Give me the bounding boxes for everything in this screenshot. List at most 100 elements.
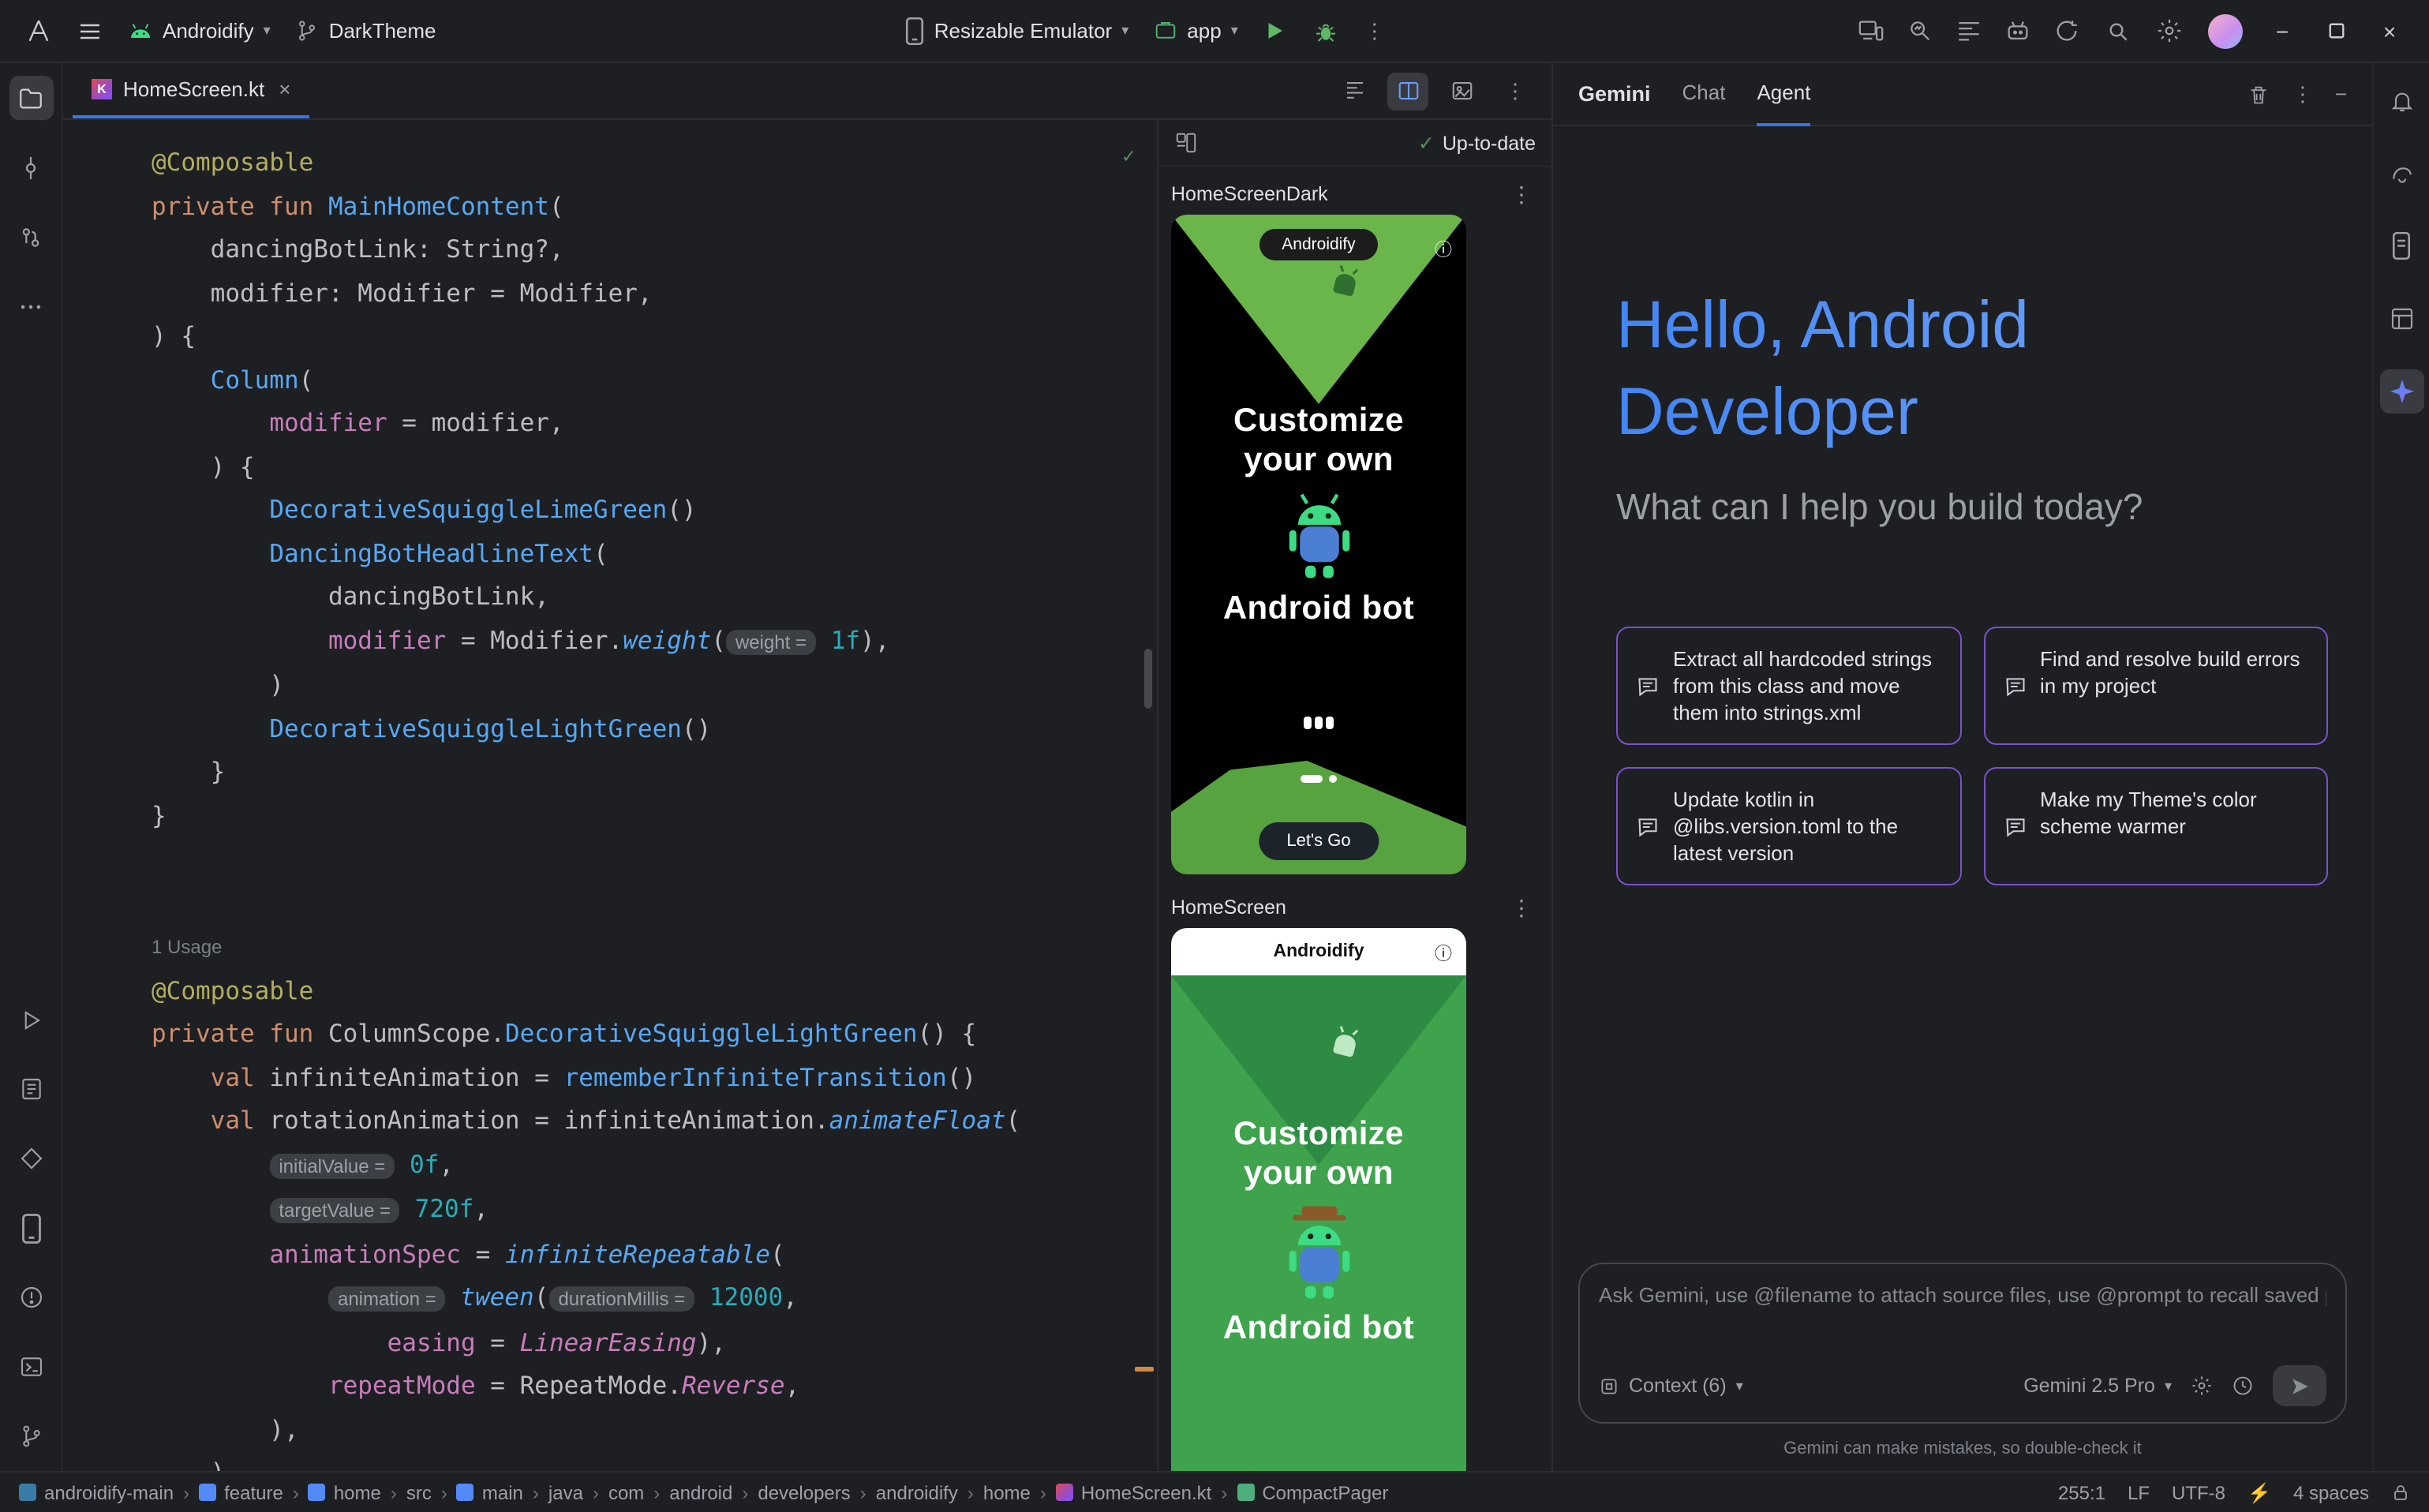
code-line[interactable]: animation = tween(durationMillis = 12000… [152,1277,1157,1322]
device-selector[interactable]: Resizable Emulator ▾ [895,9,1139,53]
more-actions-button[interactable]: ⋮ [1355,9,1399,53]
preview-name-dark[interactable]: HomeScreenDark [1171,183,1328,205]
version-control-tool-window-button[interactable] [9,1414,53,1458]
run-configuration-selector[interactable]: app ▾ [1144,9,1247,53]
device-explorer-tool-window-button[interactable] [2379,224,2423,268]
code-line[interactable]: } [152,751,1157,795]
send-button[interactable] [2273,1365,2326,1406]
tab-close-icon[interactable]: × [279,77,290,101]
code-line[interactable]: ) { [152,316,1157,359]
preview-more-icon[interactable]: ⋮ [1510,181,1533,208]
code-line[interactable]: @Composable [152,970,1157,1013]
profiler-icon[interactable] [1897,9,1943,53]
code-line[interactable]: ) [152,664,1157,708]
window-close-button[interactable]: × [2366,9,2413,53]
run-button[interactable] [1254,9,1298,53]
code-line[interactable]: ) { [152,446,1157,489]
design-view-button[interactable] [1441,72,1482,110]
vcs-branch-selector[interactable]: DarkTheme [286,9,446,53]
code-line[interactable]: modifier: Modifier = Modifier, [152,272,1157,316]
code-line[interactable]: 1 Usage [152,925,1157,970]
code-line[interactable]: modifier = Modifier.weight(weight = 1f), [152,619,1157,664]
code-line[interactable] [152,838,1157,881]
code-line[interactable]: initialValue = 0f, [152,1143,1157,1188]
preview-render-homescreendark[interactable]: Androidify ⓘ Customize your own [1171,215,1466,874]
breadcrumb-item[interactable]: CompactPager [1237,1481,1388,1503]
code-line[interactable]: ) [152,1452,1157,1471]
code-line[interactable]: val infiniteAnimation = rememberInfinite… [152,1057,1157,1100]
inspections-ok-icon[interactable]: ✓ [1122,136,1135,179]
preview-name-light[interactable]: HomeScreen [1171,896,1286,919]
logcat-icon[interactable] [1946,9,1992,53]
context-selector[interactable]: Context (6) ▾ [1599,1375,1743,1397]
code-line[interactable]: targetValue = 720f, [152,1188,1157,1233]
sync-project-icon[interactable] [2044,9,2090,53]
caret-position[interactable]: 255:1 [2058,1481,2105,1503]
code-line[interactable]: dancingBotLink, [152,576,1157,619]
project-tool-window-button[interactable] [9,76,53,120]
code-line[interactable]: ), [152,1409,1157,1452]
main-menu-button[interactable] [68,9,112,53]
window-minimize-button[interactable]: − [2259,9,2306,53]
code-line[interactable]: @Composable [152,142,1157,185]
commit-tool-window-button[interactable] [9,145,53,189]
breadcrumb-item[interactable]: feature [199,1481,283,1503]
breadcrumb-item[interactable]: home [309,1481,381,1503]
breadcrumb-item[interactable]: src [406,1481,432,1503]
user-avatar[interactable] [2199,9,2252,53]
code-line[interactable]: easing = LinearEasing), [152,1322,1157,1365]
delete-conversation-icon[interactable] [2248,83,2270,105]
suggestion-card-theme-warmer[interactable]: Make my Theme's color scheme warmer [1983,767,2328,885]
preview-more-icon[interactable]: ⋮ [1510,894,1533,921]
code-line[interactable]: Column( [152,359,1157,402]
code-line[interactable]: dancingBotLink: String?, [152,229,1157,272]
code-line[interactable]: } [152,795,1157,838]
settings-button[interactable] [2146,9,2192,53]
code-line[interactable] [152,881,1157,925]
code-line[interactable]: DecorativeSquiggleLightGreen() [152,708,1157,751]
gemini-more-options-icon[interactable]: ⋮ [2292,81,2313,107]
breadcrumb-item[interactable]: com [608,1481,644,1503]
gemini-settings-icon[interactable] [2191,1375,2213,1397]
code-line[interactable]: DecorativeSquiggleLimeGreen() [152,489,1157,533]
code-line[interactable]: private fun ColumnScope.DecorativeSquigg… [152,1013,1157,1057]
suggestion-card-update-kotlin[interactable]: Update kotlin in @libs.version.toml to t… [1616,767,1961,885]
suggestion-card-extract-strings[interactable]: Extract all hardcoded strings from this … [1616,627,1961,745]
file-encoding[interactable]: UTF-8 [2172,1481,2225,1503]
gemini-prompt-input[interactable] [1599,1283,2326,1346]
breadcrumb-item[interactable]: home [983,1481,1031,1503]
logcat-tool-window-button[interactable] [9,1067,53,1111]
layout-inspector-tool-window-button[interactable] [2379,297,2423,341]
suggestion-card-build-errors[interactable]: Find and resolve build errors in my proj… [1983,627,2328,745]
hide-panel-icon[interactable]: − [2335,82,2347,106]
editor-more-options-button[interactable]: ⋮ [1495,72,1536,110]
preview-scroll[interactable]: HomeScreenDark ⋮ Androidify ⓘ [1158,167,1551,1471]
window-maximize-button[interactable] [2312,9,2360,53]
lets-go-button[interactable]: Let's Go [1258,822,1379,860]
split-view-button[interactable] [1387,72,1428,110]
breadcrumb-item[interactable]: main [457,1481,523,1503]
preview-layout-icon[interactable] [1174,131,1198,155]
breadcrumb-item[interactable]: androidify [876,1481,958,1503]
code-editor[interactable]: @Composableprivate fun MainHomeContent( … [63,120,1157,1471]
breadcrumb-item[interactable]: java [548,1481,583,1503]
indent-setting[interactable]: 4 spaces [2293,1481,2369,1503]
running-devices-icon[interactable] [1848,9,1894,53]
pull-requests-tool-window-button[interactable] [9,215,53,259]
breadcrumb-item[interactable]: developers [758,1481,850,1503]
code-view-button[interactable] [1334,72,1375,110]
terminal-tool-window-button[interactable] [9,1345,53,1389]
breadcrumb-item[interactable]: HomeScreen.kt [1056,1481,1211,1503]
tab-homescreen-kt[interactable]: K HomeScreen.kt × [73,63,309,118]
gemini-tool-window-button[interactable] [2379,369,2423,414]
code-line[interactable]: DancingBotHeadlineText( [152,533,1157,576]
build-variants-tool-window-button[interactable] [9,1136,53,1181]
breadcrumb-item[interactable]: androidify-main [19,1481,174,1503]
search-everywhere-button[interactable] [2096,9,2140,53]
gradle-tool-window-button[interactable] [2379,152,2423,196]
studio-bot-icon[interactable] [1995,9,2041,53]
tab-chat[interactable]: Chat [1682,62,1726,125]
preview-render-homescreen[interactable]: Androidify ⓘ Customize your own [1171,928,1466,1471]
code-line[interactable]: private fun MainHomeContent( [152,185,1157,229]
highlighting-level-icon[interactable]: ⚡ [2247,1481,2271,1503]
